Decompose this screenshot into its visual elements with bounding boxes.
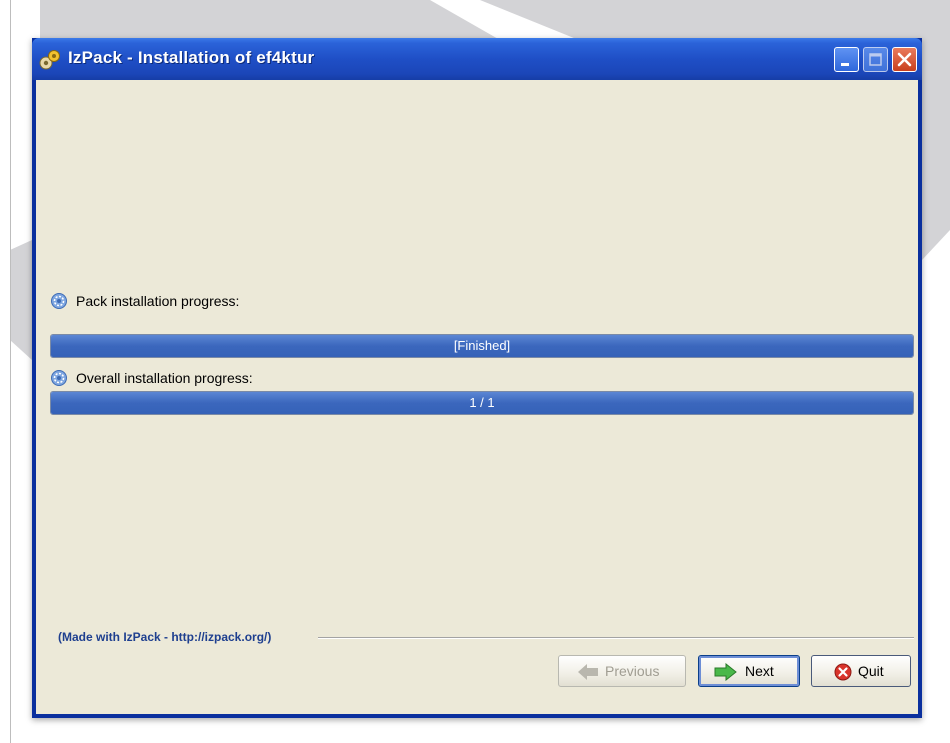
overall-progress-status: 1 / 1 xyxy=(469,395,495,410)
gear-icon xyxy=(51,370,67,386)
page-margin-rule xyxy=(10,0,11,743)
previous-button-label: Previous xyxy=(605,663,660,679)
overall-progress-label: Overall installation progress: xyxy=(76,370,253,386)
app-icon xyxy=(39,50,60,70)
pack-progress-status: [Finished] xyxy=(453,338,511,353)
overall-progress-bar: 1 / 1 xyxy=(50,391,914,415)
quit-button[interactable]: Quit xyxy=(811,655,911,687)
minimize-button[interactable] xyxy=(834,47,859,72)
gear-icon xyxy=(51,293,67,309)
title-bar[interactable]: IzPack - Installation of ef4ktur xyxy=(32,38,922,80)
arrow-left-icon xyxy=(578,664,598,680)
footer-divider xyxy=(318,637,914,639)
close-icon xyxy=(897,52,912,67)
window-title: IzPack - Installation of ef4ktur xyxy=(68,48,315,67)
previous-button[interactable]: Previous xyxy=(558,655,686,687)
client-area: Pack installation progress: [Finished] O… xyxy=(36,80,918,714)
next-button[interactable]: Next xyxy=(698,655,800,687)
maximize-icon xyxy=(869,53,882,66)
quit-button-label: Quit xyxy=(858,663,884,679)
maximize-button[interactable] xyxy=(863,47,888,72)
next-button-label: Next xyxy=(745,663,774,679)
minimize-icon xyxy=(841,63,849,66)
pack-progress-bar: [Finished] xyxy=(50,334,914,358)
pack-progress-label: Pack installation progress: xyxy=(76,293,240,309)
quit-icon xyxy=(834,663,852,681)
close-button[interactable] xyxy=(892,47,917,72)
arrow-right-icon xyxy=(714,663,737,681)
installer-window: IzPack - Installation of ef4ktur Pack in… xyxy=(32,38,922,718)
izpack-credit: (Made with IzPack - http://izpack.org/) xyxy=(58,630,272,644)
